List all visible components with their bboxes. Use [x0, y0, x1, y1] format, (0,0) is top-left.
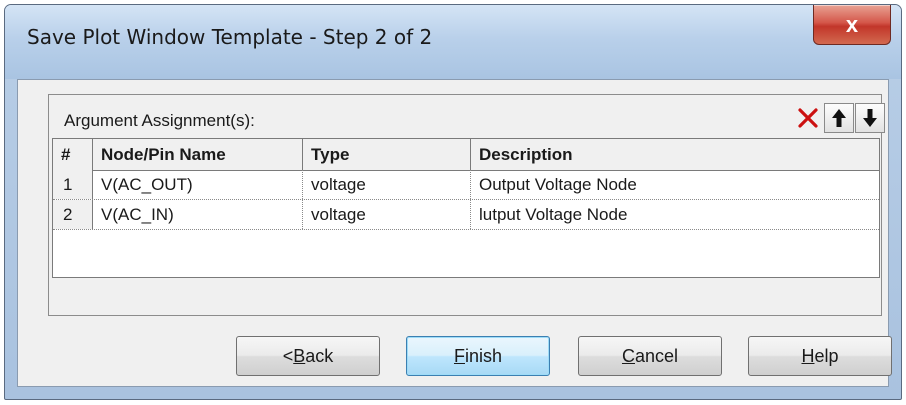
help-button-label: Help — [801, 346, 838, 367]
arrow-up-icon — [832, 109, 846, 127]
row-number: 2 — [53, 200, 93, 229]
column-header-node[interactable]: Node/Pin Name — [93, 139, 303, 170]
back-mnemonic: B — [293, 345, 306, 366]
title-bar[interactable]: Save Plot Window Template - Step 2 of 2 … — [5, 5, 901, 79]
column-header-type[interactable]: Type — [303, 139, 471, 170]
group-label: Argument Assignment(s): — [64, 111, 255, 130]
help-rest: elp — [814, 345, 839, 366]
close-icon: x — [845, 11, 859, 37]
finish-button[interactable]: Finish — [406, 336, 550, 376]
help-mnemonic: H — [801, 345, 815, 366]
table-row[interactable]: 1 V(AC_OUT) voltage Output Voltage Node — [53, 170, 879, 200]
cancel-button-label: Cancel — [622, 346, 678, 367]
back-button-label: <Back — [283, 346, 334, 367]
move-down-button[interactable] — [855, 103, 885, 133]
cancel-rest: ancel — [634, 345, 679, 366]
description-cell[interactable]: lutput Voltage Node — [471, 200, 879, 229]
finish-button-label: Finish — [454, 346, 502, 367]
argument-assignments-group: Argument Assignment(s): # Node/Pin Name … — [48, 94, 885, 316]
node-cell[interactable]: V(AC_OUT) — [93, 170, 303, 199]
table-row[interactable]: 2 V(AC_IN) voltage lutput Voltage Node — [53, 200, 879, 230]
column-header-number[interactable]: # — [53, 139, 93, 170]
close-button[interactable]: x — [813, 5, 891, 45]
arrow-down-icon — [863, 109, 877, 127]
cancel-button[interactable]: Cancel — [578, 336, 722, 376]
help-button[interactable]: Help — [748, 336, 892, 376]
back-button[interactable]: <Back — [236, 336, 380, 376]
column-header-description[interactable]: Description — [471, 139, 879, 170]
move-up-button[interactable] — [824, 103, 854, 133]
node-cell[interactable]: V(AC_IN) — [93, 200, 303, 229]
cancel-mnemonic: C — [621, 345, 635, 366]
table-header: # Node/Pin Name Type Description — [53, 139, 879, 171]
finish-rest: inish — [464, 345, 503, 366]
delete-button[interactable] — [793, 103, 823, 133]
row-number: 1 — [53, 170, 93, 199]
back-rest: ack — [305, 345, 334, 366]
back-prefix: < — [282, 345, 294, 366]
dialog-window: Save Plot Window Template - Step 2 of 2 … — [4, 4, 902, 400]
argument-table[interactable]: # Node/Pin Name Type Description 1 V(AC_… — [52, 138, 880, 278]
description-cell[interactable]: Output Voltage Node — [471, 170, 879, 199]
type-cell[interactable]: voltage — [303, 200, 471, 229]
type-cell[interactable]: voltage — [303, 170, 471, 199]
finish-mnemonic: F — [453, 345, 465, 366]
dialog-client-area: Argument Assignment(s): # Node/Pin Name … — [17, 79, 892, 387]
delete-icon — [798, 108, 818, 128]
window-title: Save Plot Window Template - Step 2 of 2 — [27, 25, 433, 49]
